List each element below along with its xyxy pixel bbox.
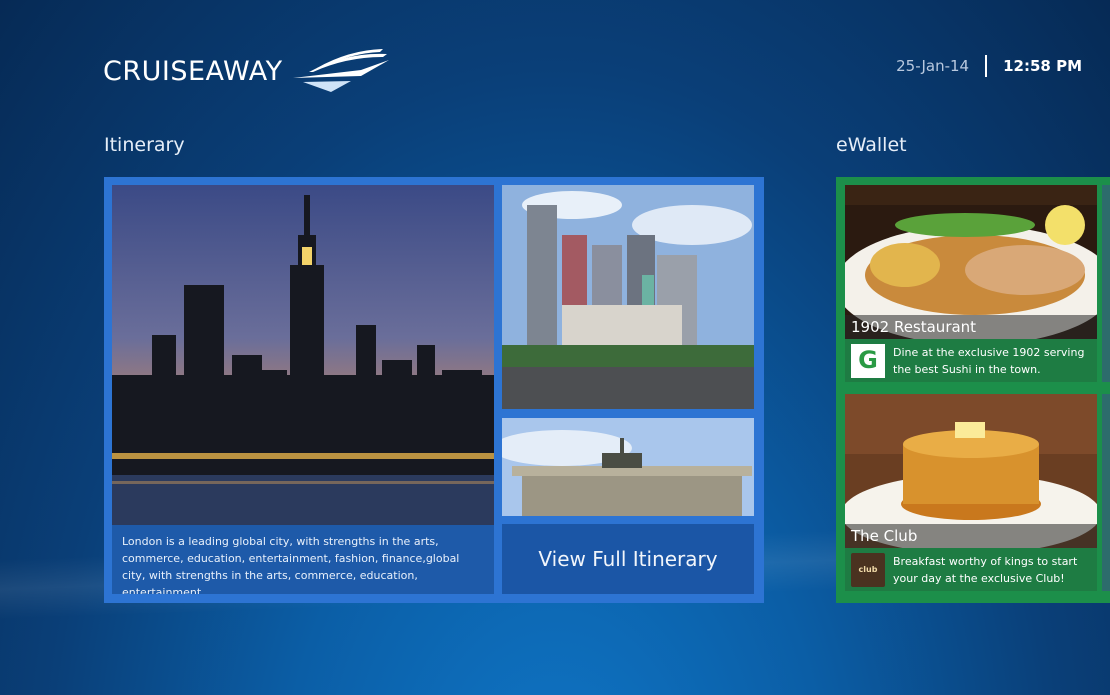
- card-info: G Dine at the exclusive 1902 serving the…: [845, 339, 1097, 382]
- time-text: 12:58 PM: [1003, 57, 1082, 75]
- card-info: club Breakfast worthy of kings to start …: [845, 548, 1097, 591]
- view-full-itinerary-button[interactable]: View Full Itinerary: [502, 524, 754, 594]
- card-description: Dine at the exclusive 1902 serving the b…: [893, 345, 1085, 376]
- ewallet-panel[interactable]: 1902 Restaurant G Dine at the exclusive …: [836, 177, 1110, 603]
- card-title: 1902 Restaurant: [845, 315, 1097, 339]
- ewallet-card-the-club[interactable]: The Club club Breakfast worthy of kings …: [845, 394, 1097, 591]
- g-logo-icon: G: [851, 343, 885, 378]
- berlin-gate-photo[interactable]: [502, 418, 754, 516]
- ewallet-card-1902-restaurant[interactable]: 1902 Restaurant G Dine at the exclusive …: [845, 185, 1097, 382]
- ship-logo-icon: [292, 49, 389, 92]
- ewallet-title: eWallet: [836, 134, 907, 156]
- card-description: Breakfast worthy of kings to start your …: [893, 554, 1078, 585]
- card-title: The Club: [845, 524, 1097, 548]
- itinerary-panel[interactable]: London is a leading global city, with st…: [104, 177, 764, 603]
- club-logo-icon: club: [851, 552, 885, 587]
- divider: [985, 55, 988, 77]
- date-text: 25-Jan-14: [896, 57, 970, 75]
- city-caption: London is a leading global city, with st…: [112, 525, 494, 594]
- logo-text: CRUISEAWAY: [103, 55, 283, 87]
- next-card-peek[interactable]: [1102, 394, 1110, 591]
- next-card-peek[interactable]: [1102, 185, 1110, 382]
- datetime: 25-Jan-14 12:58 PM: [896, 55, 1082, 77]
- city-skyline-photo[interactable]: [112, 185, 494, 525]
- app-logo[interactable]: CRUISEAWAY: [103, 48, 391, 94]
- vegas-photo[interactable]: [502, 185, 754, 409]
- itinerary-title: Itinerary: [104, 134, 185, 156]
